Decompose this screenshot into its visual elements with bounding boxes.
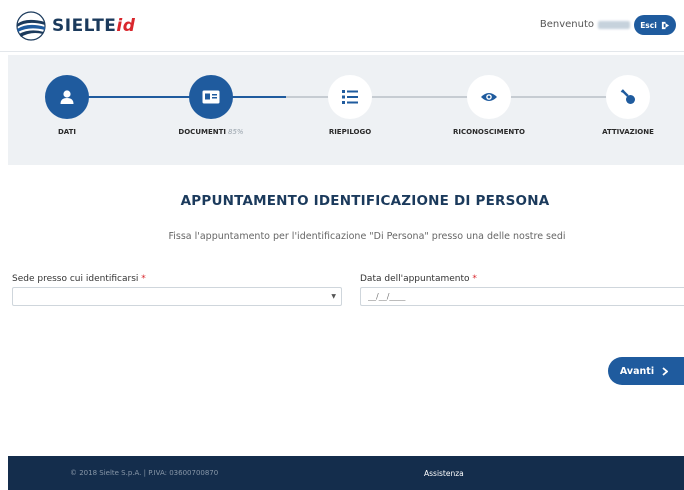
- step-label-text: DOCUMENTI: [178, 128, 226, 136]
- logo-wave-icon: [16, 11, 46, 41]
- logo-text: SIELTEid: [52, 16, 136, 36]
- assistance-link[interactable]: Assistenza: [424, 469, 464, 478]
- copyright-text: © 2018 Sielte S.p.A. | P.IVA: 0360070087…: [70, 469, 219, 477]
- step-riepilogo[interactable]: RIEPILOGO: [305, 75, 395, 136]
- location-select[interactable]: ▼: [12, 287, 342, 306]
- step-circle: [467, 75, 511, 119]
- next-button[interactable]: Avanti: [608, 357, 684, 385]
- date-label: Data dell'appuntamento *: [360, 274, 477, 284]
- page: SIELTEid Benvenuto Esci DATI DOCUMENTI 8…: [0, 0, 684, 490]
- footer: © 2018 Sielte S.p.A. | P.IVA: 0360070087…: [8, 456, 684, 490]
- page-title: APPUNTAMENTO IDENTIFICAZIONE DI PERSONA: [180, 193, 550, 209]
- location-label: Sede presso cui identificarsi *: [12, 274, 146, 284]
- required-mark: *: [141, 274, 146, 284]
- step-progress-percent: 85%: [228, 128, 244, 136]
- user-icon: [60, 90, 74, 104]
- eye-icon: [481, 93, 497, 101]
- step-circle: [189, 75, 233, 119]
- header: SIELTEid Benvenuto Esci: [0, 0, 684, 52]
- key-icon: [620, 89, 635, 104]
- list-icon: [342, 90, 358, 104]
- appointment-date-input[interactable]: [360, 287, 684, 306]
- step-circle: [45, 75, 89, 119]
- step-dati[interactable]: DATI: [22, 75, 112, 136]
- progress-stepper: DATI DOCUMENTI 85% RIEPILOGO RICONOSCIME…: [8, 55, 684, 165]
- id-card-icon: [202, 90, 220, 104]
- page-subtitle: Fissa l'appuntamento per l'identificazio…: [168, 231, 566, 242]
- dropdown-arrow-icon: ▼: [331, 293, 336, 300]
- logout-button[interactable]: Esci: [634, 15, 676, 35]
- step-documenti[interactable]: DOCUMENTI 85%: [166, 75, 256, 136]
- welcome-text: Benvenuto: [540, 19, 630, 30]
- user-name-redacted: [598, 20, 630, 29]
- sielte-logo[interactable]: SIELTEid: [14, 10, 135, 42]
- required-mark: *: [472, 274, 477, 284]
- step-circle: [606, 75, 650, 119]
- step-circle: [328, 75, 372, 119]
- step-attivazione[interactable]: ATTIVAZIONE: [583, 75, 673, 136]
- chevron-right-icon: [662, 366, 669, 376]
- logout-icon: [661, 21, 669, 29]
- step-riconoscimento[interactable]: RICONOSCIMENTO: [444, 75, 534, 136]
